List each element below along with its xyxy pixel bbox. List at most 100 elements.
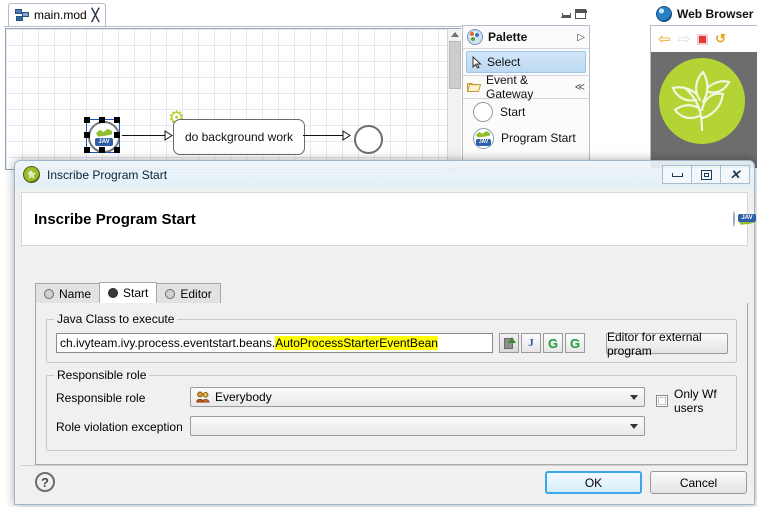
palette-item-start[interactable]: Start bbox=[463, 99, 589, 125]
external-editor-button[interactable]: Editor for external program bbox=[606, 330, 728, 358]
start-event-node[interactable]: JAV bbox=[84, 117, 120, 153]
import-class-button[interactable] bbox=[499, 333, 519, 353]
tab-status-icon bbox=[108, 288, 119, 298]
ivy-leaf-icon bbox=[23, 166, 40, 183]
arrow-head-icon bbox=[164, 130, 173, 144]
palette-group-label: Event & Gateway bbox=[486, 73, 534, 101]
task-node-label: do background work bbox=[184, 130, 294, 144]
dialog-heading: Inscribe Program Start bbox=[34, 210, 196, 228]
refresh-button[interactable]: G bbox=[543, 333, 563, 353]
role-violation-label: Role violation exception bbox=[56, 420, 183, 434]
process-canvas[interactable]: JAV ⚙ do background work bbox=[5, 28, 461, 170]
open-java-file-button[interactable]: J bbox=[521, 333, 541, 353]
back-icon[interactable]: ⇦ bbox=[658, 32, 671, 47]
close-icon: ✕ bbox=[729, 167, 741, 182]
palette-icon bbox=[467, 29, 483, 45]
ivy-leaf-logo bbox=[659, 58, 745, 144]
tab-label: Start bbox=[123, 286, 149, 300]
collapse-icon[interactable]: ≪ bbox=[575, 82, 585, 93]
palette-select-label: Select bbox=[487, 55, 521, 69]
dialog-title: Inscribe Program Start bbox=[47, 167, 168, 182]
resize-handle[interactable] bbox=[84, 117, 90, 123]
resize-handle[interactable] bbox=[114, 132, 120, 138]
chevron-right-icon[interactable]: ▷ bbox=[577, 32, 585, 43]
canvas-vertical-scrollbar[interactable] bbox=[447, 29, 461, 169]
scrollbar-thumb[interactable] bbox=[449, 41, 461, 89]
tab-start[interactable]: Start bbox=[99, 282, 158, 303]
resize-handle[interactable] bbox=[84, 147, 90, 153]
divider bbox=[21, 465, 748, 466]
resize-handle[interactable] bbox=[114, 117, 120, 123]
new-class-button[interactable]: G bbox=[565, 333, 585, 353]
tab-name[interactable]: Name bbox=[35, 283, 101, 303]
dialog-header: Inscribe Program Start JAV bbox=[21, 192, 756, 246]
palette-header: Palette ▷ bbox=[463, 26, 589, 49]
tab-label: Editor bbox=[180, 286, 212, 301]
close-icon[interactable]: ╳ bbox=[92, 8, 99, 22]
java-class-value-highlight: AutoProcessStarterEventBean bbox=[275, 336, 438, 350]
palette-item-select[interactable]: Select bbox=[466, 51, 586, 73]
refresh-icon: G bbox=[547, 335, 559, 351]
help-button[interactable]: ? bbox=[35, 472, 55, 492]
java-program-start-icon: JAV bbox=[733, 211, 756, 227]
folder-icon bbox=[466, 82, 482, 93]
restore-button[interactable] bbox=[692, 165, 721, 184]
stop-icon[interactable] bbox=[697, 33, 709, 45]
palette-item-label: Start bbox=[500, 105, 526, 119]
web-browser-tab[interactable]: Web Browser bbox=[650, 2, 757, 26]
java-file-icon: J bbox=[528, 337, 534, 349]
circle-start-icon bbox=[473, 102, 493, 122]
java-class-input[interactable]: ch.ivyteam.ivy.process.eventstart.beans.… bbox=[56, 333, 493, 353]
dialog-footer: ? OK Cancel bbox=[21, 465, 748, 499]
external-editor-label: Editor for external program bbox=[607, 329, 702, 358]
minimize-button[interactable] bbox=[662, 165, 692, 184]
close-button[interactable]: ✕ bbox=[721, 165, 750, 184]
java-class-value-prefix: ch.ivyteam.ivy.process.eventstart.beans. bbox=[60, 336, 276, 350]
dialog-body: Inscribe Program Start JAV Name Start Ed… bbox=[14, 188, 756, 505]
process-model-icon bbox=[15, 9, 29, 21]
end-event-node[interactable] bbox=[354, 125, 383, 154]
responsible-role-group: Responsible role Responsible role Everyb… bbox=[46, 368, 737, 451]
palette-group-event-gateway[interactable]: Event & Gateway ≪ bbox=[463, 73, 589, 101]
only-wf-users-checkbox[interactable] bbox=[656, 395, 668, 407]
header-icon: JAV bbox=[733, 211, 756, 227]
forward-icon[interactable]: ⇨ bbox=[678, 32, 691, 47]
task-node[interactable]: do background work bbox=[173, 119, 305, 155]
refresh-icon[interactable]: ↺ bbox=[715, 31, 726, 47]
chevron-down-icon[interactable] bbox=[630, 394, 638, 400]
palette-view-toolbar bbox=[462, 2, 590, 26]
chevron-down-icon[interactable] bbox=[630, 423, 638, 429]
arrow-head-icon bbox=[342, 130, 351, 144]
resize-handle[interactable] bbox=[99, 147, 105, 153]
minimize-icon[interactable] bbox=[561, 9, 571, 18]
palette-item-label: Program Start bbox=[501, 131, 576, 145]
resize-handle[interactable] bbox=[114, 147, 120, 153]
responsible-role-value: Everybody bbox=[215, 390, 272, 404]
ok-button[interactable]: OK bbox=[545, 471, 642, 494]
tab-content-start: Java Class to execute ch.ivyteam.ivy.pro… bbox=[35, 303, 748, 465]
cancel-label: Cancel bbox=[679, 475, 718, 490]
editor-tab-label: main.mod bbox=[34, 8, 87, 22]
responsible-role-dropdown[interactable]: Everybody bbox=[190, 387, 645, 407]
role-violation-dropdown[interactable] bbox=[190, 416, 645, 436]
connector-start-to-task bbox=[122, 135, 166, 136]
cancel-button[interactable]: Cancel bbox=[650, 471, 747, 494]
maximize-icon[interactable] bbox=[575, 8, 587, 19]
connector-task-to-end bbox=[303, 135, 344, 136]
tab-label: Name bbox=[59, 286, 92, 301]
tab-status-icon bbox=[165, 288, 176, 299]
help-icon: ? bbox=[41, 474, 49, 490]
dialog-title-bar[interactable]: Inscribe Program Start ✕ bbox=[14, 160, 755, 188]
palette-item-program-start[interactable]: JAV Program Start bbox=[463, 125, 589, 151]
resize-handle[interactable] bbox=[84, 132, 90, 138]
resize-handle[interactable] bbox=[99, 117, 105, 123]
responsible-role-group-title: Responsible role bbox=[54, 368, 150, 382]
editor-tab-main-mod[interactable]: main.mod ╳ bbox=[8, 3, 106, 26]
tab-status-icon bbox=[44, 288, 54, 299]
tab-editor[interactable]: Editor bbox=[156, 283, 221, 303]
only-wf-users-row[interactable]: Only Wf users bbox=[656, 387, 747, 415]
palette-body: Palette ▷ Select Event & Gateway ≪ Start… bbox=[462, 26, 590, 168]
web-browser-content[interactable] bbox=[650, 52, 757, 168]
scroll-up-icon[interactable] bbox=[451, 32, 459, 37]
web-browser-view: Web Browser ⇦ ⇨ ↺ bbox=[650, 2, 757, 168]
